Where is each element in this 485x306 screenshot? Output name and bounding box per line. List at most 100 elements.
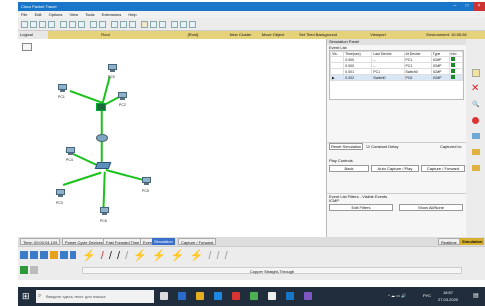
- info-color-square[interactable]: [450, 69, 455, 73]
- logical-workspace[interactable]: PC1 PC0 PC2 PC3 PC4 PC5 PC6: [18, 39, 326, 237]
- menu-options[interactable]: Options: [49, 12, 63, 17]
- coax-cable-icon[interactable]: ⚡: [152, 250, 167, 262]
- logical-tab[interactable]: Logical: [18, 31, 48, 39]
- screenshot-icon[interactable]: [180, 21, 187, 28]
- redo-icon[interactable]: [99, 21, 106, 28]
- windows-start-icon[interactable]: ⊞: [22, 291, 30, 301]
- system-tray-icons[interactable]: ^ ☁ ▭ 🔊: [388, 293, 406, 298]
- taskbar-search-input[interactable]: ⌕ Введите здесь текст для поиска: [36, 290, 154, 303]
- pc6-device[interactable]: [98, 207, 111, 216]
- auto-capture-play-button[interactable]: Auto Capture / Play: [371, 165, 419, 172]
- pc4-device[interactable]: [64, 147, 77, 156]
- minimize-button[interactable]: –: [449, 2, 461, 11]
- components-icon[interactable]: [40, 251, 48, 259]
- pc0-device[interactable]: [106, 64, 119, 73]
- clock-time[interactable]: 18:57: [443, 290, 453, 295]
- edge-browser-icon[interactable]: [178, 292, 186, 300]
- app-icon-2[interactable]: [250, 292, 258, 300]
- usb-cable-icon[interactable]: /: [225, 250, 229, 262]
- auto-cable-icon[interactable]: ⚡: [82, 250, 97, 262]
- simulation-tab[interactable]: Simulation: [460, 238, 485, 245]
- menu-file[interactable]: File: [21, 12, 27, 17]
- connections-icon[interactable]: [50, 251, 58, 259]
- record-icon[interactable]: [472, 117, 479, 124]
- help-icon[interactable]: [159, 21, 166, 28]
- complex-pdu-icon[interactable]: [472, 165, 480, 171]
- realtime-tab[interactable]: Realtime: [438, 238, 460, 245]
- network-devices-icon[interactable]: [20, 251, 28, 259]
- copy-icon[interactable]: [69, 21, 76, 28]
- activity-wizard-icon[interactable]: [60, 21, 67, 28]
- packet-tracer-taskbar-icon[interactable]: [286, 292, 294, 300]
- phone-cable-icon[interactable]: ⚡: [133, 250, 148, 262]
- pc2-device[interactable]: [116, 92, 129, 101]
- undo-icon[interactable]: [90, 21, 97, 28]
- back-button[interactable]: Back: [329, 165, 369, 172]
- router-device[interactable]: [96, 134, 108, 142]
- zoom-in-icon[interactable]: [111, 21, 118, 28]
- info-color-square[interactable]: [450, 75, 455, 79]
- misc-icon[interactable]: [60, 251, 68, 259]
- pdu-icon[interactable]: [472, 149, 480, 155]
- paste-icon[interactable]: [78, 21, 85, 28]
- show-all-none-button[interactable]: Show All/None: [399, 204, 463, 211]
- table-row[interactable]: ▶ 0.002 Switch0 PC6 ICMP: [329, 74, 464, 81]
- file-explorer-icon[interactable]: [196, 292, 204, 300]
- info-color-square[interactable]: [450, 57, 455, 61]
- pc1-device[interactable]: [56, 84, 69, 93]
- menu-tools[interactable]: Tools: [85, 12, 94, 17]
- fast-forward-button[interactable]: Fast Forward Time: [103, 238, 143, 245]
- clock-date[interactable]: 27.03.2020: [438, 297, 458, 302]
- app-icon-3[interactable]: [268, 292, 276, 300]
- crossover-cable-icon[interactable]: /: [117, 250, 121, 262]
- move-object-button[interactable]: Move Object: [258, 31, 288, 39]
- power-cycle-button[interactable]: Power Cycle Devices: [62, 238, 106, 245]
- language-indicator[interactable]: РУС: [423, 293, 431, 298]
- multiuser-icon[interactable]: [70, 251, 76, 259]
- serial-dce-icon[interactable]: ⚡: [171, 250, 186, 262]
- menu-view[interactable]: View: [70, 12, 79, 17]
- pc3-device[interactable]: [54, 189, 67, 198]
- environment-button[interactable]: Environment: 10:55:28: [408, 31, 485, 39]
- notifications-icon[interactable]: ▤: [473, 292, 479, 299]
- pc5-device[interactable]: [140, 177, 153, 186]
- delete-icon[interactable]: ✕: [471, 84, 479, 94]
- network-info-icon[interactable]: [171, 21, 178, 28]
- open-icon[interactable]: [30, 21, 37, 28]
- fiber-cable-icon[interactable]: /: [125, 250, 129, 262]
- store-icon[interactable]: [214, 292, 222, 300]
- custom-device-icon[interactable]: [150, 21, 157, 28]
- resize-icon[interactable]: [472, 133, 480, 139]
- end-devices-icon[interactable]: [30, 251, 38, 259]
- zoom-out-icon[interactable]: [129, 21, 136, 28]
- simulation-indicator[interactable]: Simulation: [152, 238, 175, 245]
- constant-delay-checkbox[interactable]: ☑: [366, 144, 370, 149]
- app-icon-1[interactable]: [232, 292, 240, 300]
- edit-filters-button[interactable]: Edit Filters: [329, 204, 393, 211]
- menu-extensions[interactable]: Extensions: [102, 12, 122, 17]
- app-icon-4[interactable]: [304, 292, 312, 300]
- menu-edit[interactable]: Edit: [35, 12, 42, 17]
- cluster-icon[interactable]: [22, 43, 32, 51]
- cables-subcategory-icon[interactable]: [20, 266, 28, 274]
- inspect-icon[interactable]: 🔍: [472, 101, 479, 108]
- set-background-button[interactable]: Set Tiled Background: [288, 31, 348, 39]
- straight-cable-icon[interactable]: /: [109, 250, 113, 262]
- console-cable-icon[interactable]: /: [101, 250, 105, 262]
- reset-simulation-button[interactable]: Reset Simulation: [329, 143, 364, 150]
- new-cluster-button[interactable]: New Cluster: [223, 31, 258, 39]
- print-icon[interactable]: [48, 21, 55, 28]
- info-color-square[interactable]: [450, 63, 455, 67]
- task-view-icon[interactable]: [160, 292, 168, 300]
- serial-dte-icon[interactable]: ⚡: [190, 250, 205, 262]
- switch-device[interactable]: [96, 103, 106, 111]
- hub-device[interactable]: [94, 162, 112, 169]
- iot-cable-icon[interactable]: /: [216, 250, 220, 262]
- octal-cable-icon[interactable]: /: [208, 250, 212, 262]
- viewport-button[interactable]: Viewport: [348, 31, 408, 39]
- zoom-reset-icon[interactable]: [120, 21, 127, 28]
- subcategory-2-icon[interactable]: [30, 266, 38, 274]
- root-button[interactable]: Root: [48, 31, 163, 39]
- new-icon[interactable]: [21, 21, 28, 28]
- menu-help[interactable]: Help: [128, 12, 136, 17]
